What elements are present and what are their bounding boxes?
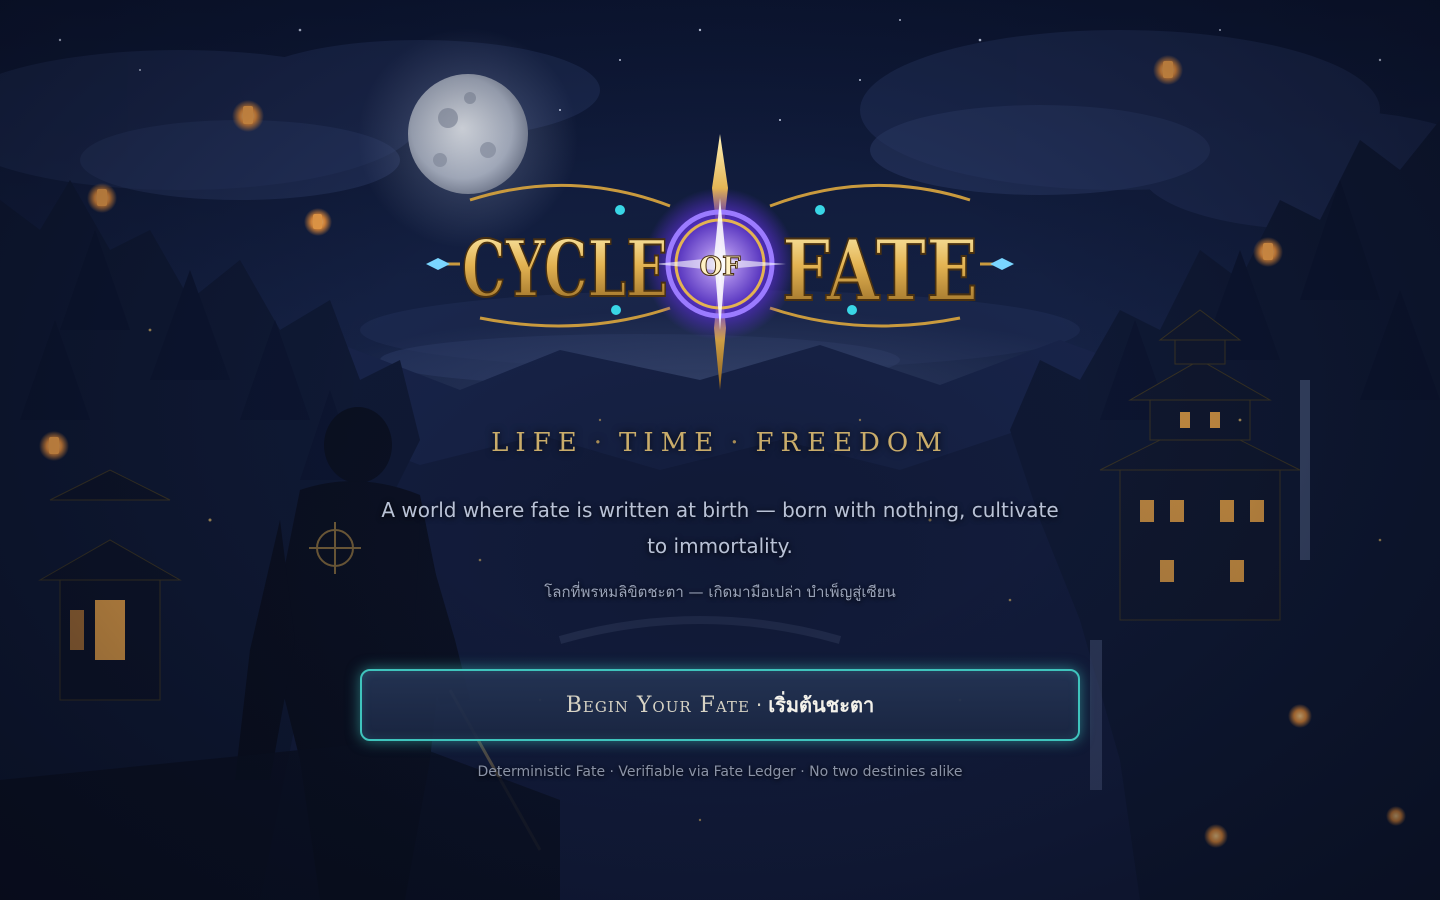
- description-english: A world where fate is written at birth —…: [381, 498, 1059, 558]
- begin-your-fate-button[interactable]: Begin Your Fate · เริ่มต้นชะตา: [360, 669, 1080, 741]
- logo-word-of: OF: [699, 252, 741, 282]
- tagline: LIFE · TIME · FREEDOM: [0, 428, 1440, 458]
- footnote: Deterministic Fate · Verifiable via Fate…: [477, 764, 963, 780]
- cta-separator: ·: [755, 693, 763, 717]
- game-logo: CYCLE OF FATE: [420, 128, 1020, 398]
- description-thai: โลกที่พรหมลิขิตชะตา — เกิดมามือเปล่า บำเ…: [544, 583, 896, 601]
- title-screen: CYCLE OF FATE LIFE · TIME · FREEDOM A world …: [0, 0, 1440, 900]
- cta-label-thai: เริ่มต้นชะตา: [768, 693, 875, 717]
- tagline-freedom: FREEDOM: [755, 428, 949, 458]
- tagline-life: LIFE: [491, 428, 584, 458]
- tagline-separator: ·: [730, 428, 746, 458]
- logo-word-fate: FATE: [782, 221, 978, 320]
- logo-word-cycle: CYCLE: [462, 224, 668, 315]
- tagline-separator: ·: [593, 428, 609, 458]
- tagline-time: TIME: [618, 428, 721, 458]
- cta-label-english: Begin Your Fate: [565, 692, 750, 718]
- logo-emblem: CYCLE OF FATE: [426, 134, 1014, 390]
